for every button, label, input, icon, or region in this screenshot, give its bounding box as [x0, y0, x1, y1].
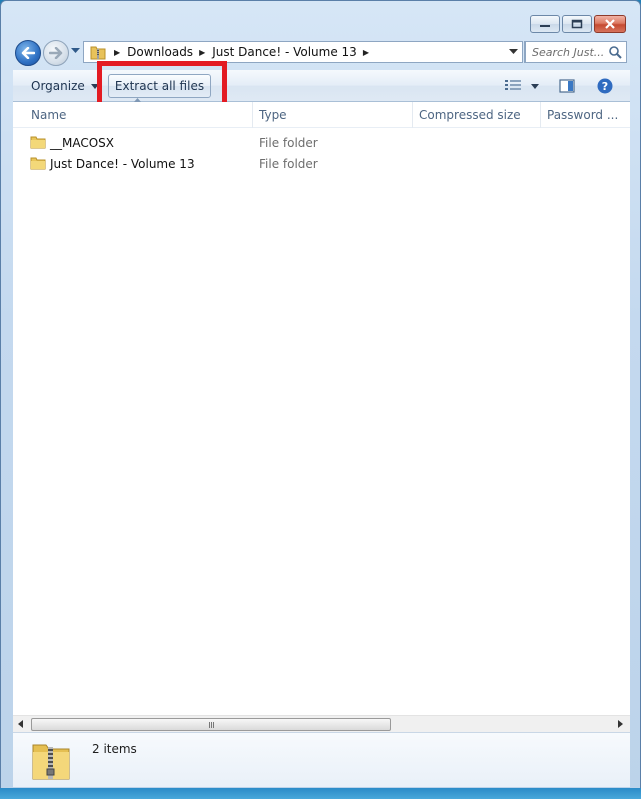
file-name: Just Dance! - Volume 13 — [50, 156, 195, 171]
view-options-dropdown[interactable] — [531, 70, 539, 102]
organize-label: Organize — [31, 79, 85, 93]
breadcrumb-downloads[interactable]: Downloads — [127, 45, 193, 59]
column-header-password[interactable]: Password ... — [541, 102, 630, 128]
history-dropdown-icon[interactable] — [71, 48, 80, 54]
change-view-button[interactable] — [504, 70, 522, 102]
scroll-right-icon[interactable] — [618, 720, 623, 728]
file-list-pane: Name Type Compressed size Password ... _… — [13, 102, 630, 731]
svg-text:?: ? — [602, 80, 608, 93]
maximize-icon — [571, 19, 583, 29]
organize-menu[interactable]: Organize — [31, 70, 99, 102]
column-header-compressed-size[interactable]: Compressed size — [413, 102, 541, 128]
preview-pane-icon — [559, 79, 575, 93]
file-list: __MACOSX File folder Just Dance! - Volum… — [13, 132, 630, 174]
folder-icon — [30, 134, 46, 153]
search-input[interactable] — [532, 45, 612, 59]
scroll-left-icon[interactable] — [18, 720, 23, 728]
list-item[interactable]: Just Dance! - Volume 13 File folder — [13, 153, 630, 174]
caption-buttons — [530, 15, 626, 33]
file-type: File folder — [259, 135, 318, 150]
column-header-type[interactable]: Type — [253, 102, 413, 128]
chevron-down-icon — [531, 83, 539, 89]
forward-button[interactable] — [43, 40, 69, 66]
scrollbar-thumb[interactable] — [31, 718, 391, 731]
column-headers: Name Type Compressed size Password ... — [13, 102, 630, 128]
address-bar[interactable]: ▶ Downloads ▶ Just Dance! - Volume 13 ▶ — [83, 41, 523, 63]
maximize-button[interactable] — [562, 15, 592, 33]
column-header-name[interactable]: Name — [25, 102, 253, 128]
breadcrumb-separator-icon[interactable]: ▶ — [199, 48, 205, 57]
help-button[interactable]: ? — [597, 70, 613, 102]
zip-folder-icon — [31, 739, 71, 784]
file-type: File folder — [259, 156, 318, 171]
details-pane: 2 items — [13, 732, 630, 787]
item-count: 2 items — [92, 742, 137, 756]
details-view-icon — [505, 80, 521, 90]
breadcrumb-separator-icon[interactable]: ▶ — [363, 48, 369, 57]
close-button[interactable] — [594, 15, 626, 33]
zip-folder-icon — [88, 42, 108, 62]
explorer-window: ▶ Downloads ▶ Just Dance! - Volume 13 ▶ … — [0, 0, 641, 799]
command-toolbar: Organize Extract all files ? — [13, 61, 630, 113]
breadcrumb-separator-icon[interactable]: ▶ — [114, 48, 120, 57]
back-arrow-icon — [21, 47, 35, 59]
preview-pane-button[interactable] — [559, 70, 575, 102]
forward-arrow-icon — [49, 47, 63, 59]
breadcrumb-current-folder[interactable]: Just Dance! - Volume 13 — [212, 45, 357, 59]
folder-icon — [30, 155, 46, 174]
list-item[interactable]: __MACOSX File folder — [13, 132, 630, 153]
file-name: __MACOSX — [50, 135, 115, 150]
minimize-button[interactable] — [530, 15, 560, 33]
search-box[interactable] — [525, 41, 627, 63]
scrollbar-grip-icon — [208, 721, 214, 728]
help-icon: ? — [597, 78, 613, 94]
search-icon[interactable] — [608, 45, 622, 59]
back-button[interactable] — [15, 40, 41, 66]
address-dropdown-icon[interactable] — [509, 49, 518, 55]
close-icon — [605, 19, 615, 29]
taskbar-strip — [0, 788, 641, 799]
minimize-icon — [540, 25, 550, 27]
horizontal-scrollbar[interactable] — [13, 715, 630, 732]
